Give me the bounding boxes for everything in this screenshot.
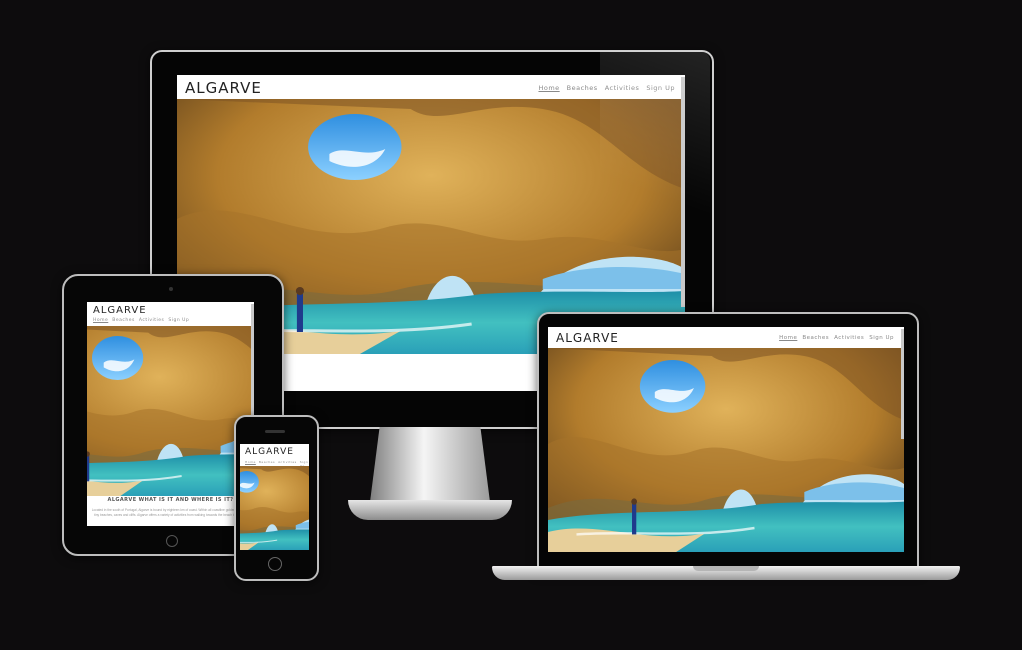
laptop-notch — [693, 566, 759, 571]
tablet-screen: ALGARVE Home Beaches Activities Sign Up … — [87, 302, 254, 526]
site-nav: Home Beaches Activities Sign Up — [779, 335, 894, 341]
nav-activities[interactable]: Activities — [139, 318, 165, 323]
monitor-foot — [348, 500, 512, 520]
site-brand[interactable]: ALGARVE — [245, 447, 294, 457]
phone-speaker — [265, 430, 285, 433]
nav-sign-up[interactable]: Sign Up — [869, 335, 894, 341]
hero-image — [548, 348, 904, 552]
site-nav: Home Beaches Activities Sign Up — [93, 318, 189, 323]
laptop-screen: ALGARVE Home Beaches Activities Sign Up — [548, 327, 904, 552]
site-header: ALGARVE Home Beaches Activities Sign Up — [548, 327, 904, 348]
scrollbar[interactable] — [901, 329, 904, 439]
nav-home[interactable]: Home — [538, 84, 559, 92]
nav-activities[interactable]: Activities — [834, 335, 864, 341]
tablet-home-button[interactable] — [166, 535, 178, 547]
nav-beaches[interactable]: Beaches — [112, 318, 135, 323]
nav-beaches[interactable]: Beaches — [802, 335, 829, 341]
monitor-reflection — [600, 51, 710, 311]
phone-home-button[interactable] — [268, 557, 282, 571]
site-brand[interactable]: ALGARVE — [185, 79, 262, 97]
tablet-camera — [169, 287, 173, 291]
nav-home[interactable]: Home — [779, 335, 797, 341]
scrollbar[interactable] — [251, 304, 254, 424]
site-brand[interactable]: ALGARVE — [93, 305, 147, 316]
monitor-stand — [370, 427, 490, 502]
site-header: ALGARVE Home Beaches Activities Sign Up — [87, 302, 254, 326]
nav-beaches[interactable]: Beaches — [567, 84, 598, 92]
site-brand[interactable]: ALGARVE — [556, 331, 619, 345]
hero-image — [87, 326, 254, 496]
site-header: ALGARVE Home Beaches Activities Sign Up — [240, 444, 309, 468]
nav-sign-up[interactable]: Sign Up — [168, 318, 189, 323]
section-heading: ALGARVE WHAT IS IT AND WHERE IS IT? — [107, 497, 234, 503]
phone-screen: ALGARVE Home Beaches Activities Sign Up — [240, 444, 309, 550]
section-paragraph: Located in the south of Portugal, Algarv… — [91, 508, 250, 517]
nav-home[interactable]: Home — [93, 318, 108, 323]
hero-image — [240, 466, 309, 550]
